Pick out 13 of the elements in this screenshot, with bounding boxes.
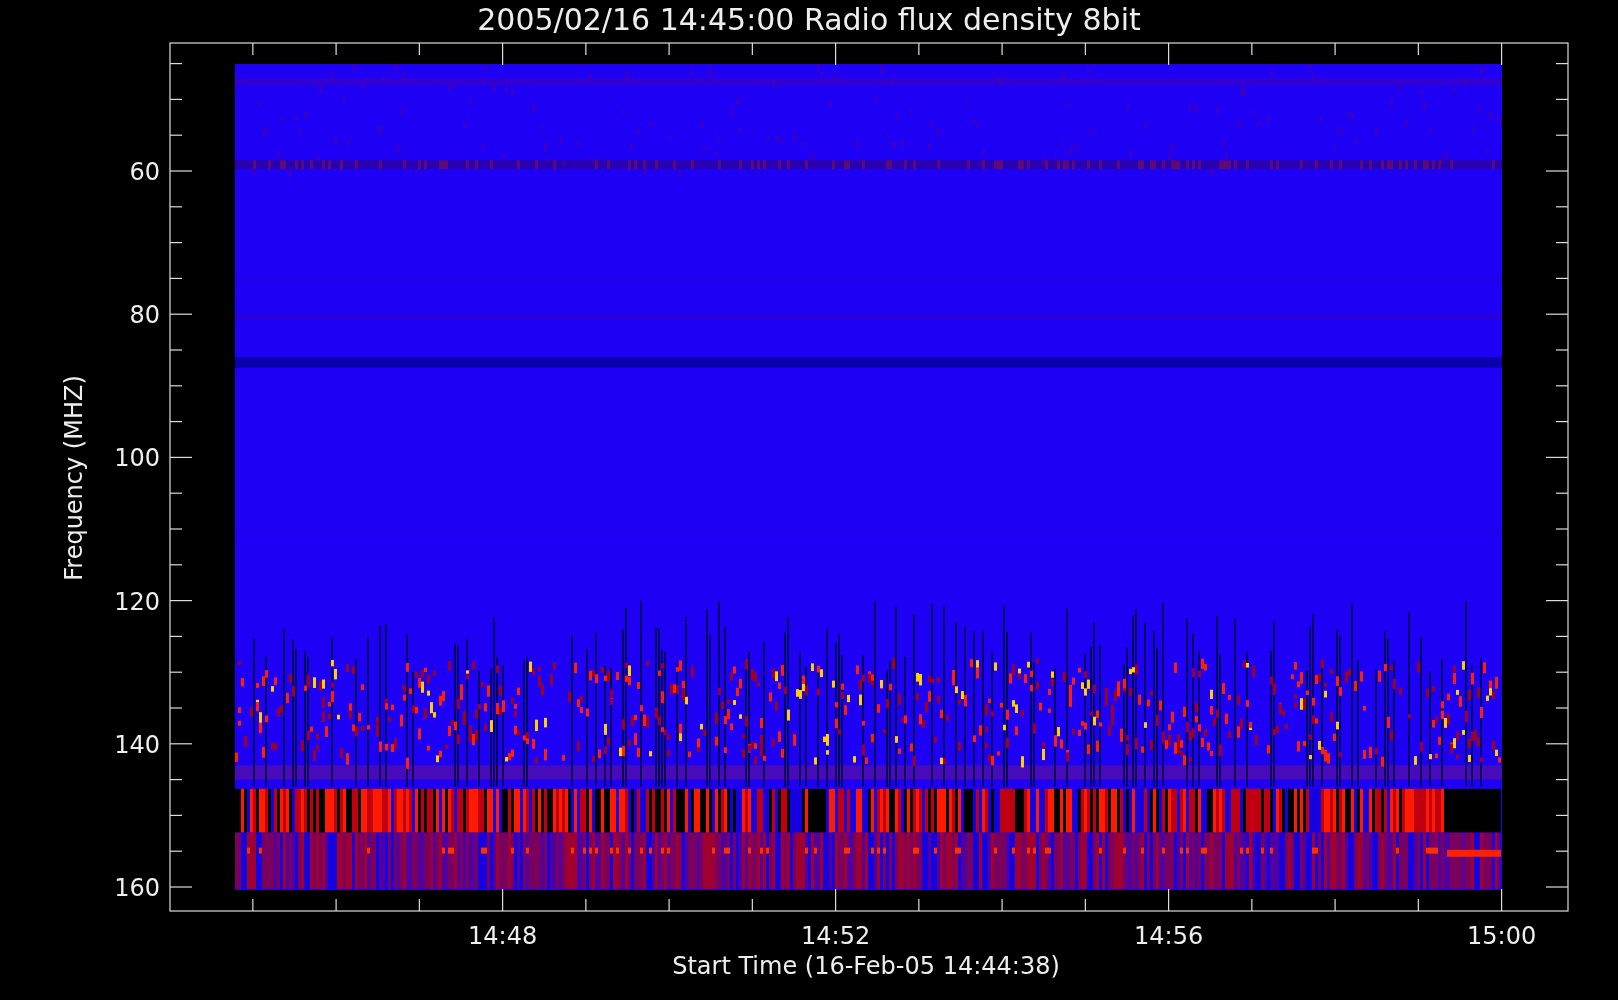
y-tick-label: 120 — [114, 587, 160, 616]
y-tick-label: 140 — [114, 730, 160, 759]
y-tick-label: 60 — [129, 158, 160, 186]
y-tick-label: 160 — [114, 874, 160, 902]
x-tick-label: 14:56 — [1134, 922, 1204, 950]
x-tick-label: 15:00 — [1467, 922, 1537, 950]
y-axis-label: Frequency (MHZ) — [60, 375, 88, 581]
chart-title: 2005/02/16 14:45:00 Radio flux density 8bit — [477, 2, 1141, 37]
y-tick-label: 80 — [129, 301, 160, 330]
x-tick-label: 14:52 — [801, 922, 871, 950]
x-axis-label: Start Time (16-Feb-05 14:44:38) — [672, 952, 1060, 980]
x-tick-label: 14:48 — [468, 922, 538, 950]
y-tick-label: 100 — [114, 444, 160, 473]
